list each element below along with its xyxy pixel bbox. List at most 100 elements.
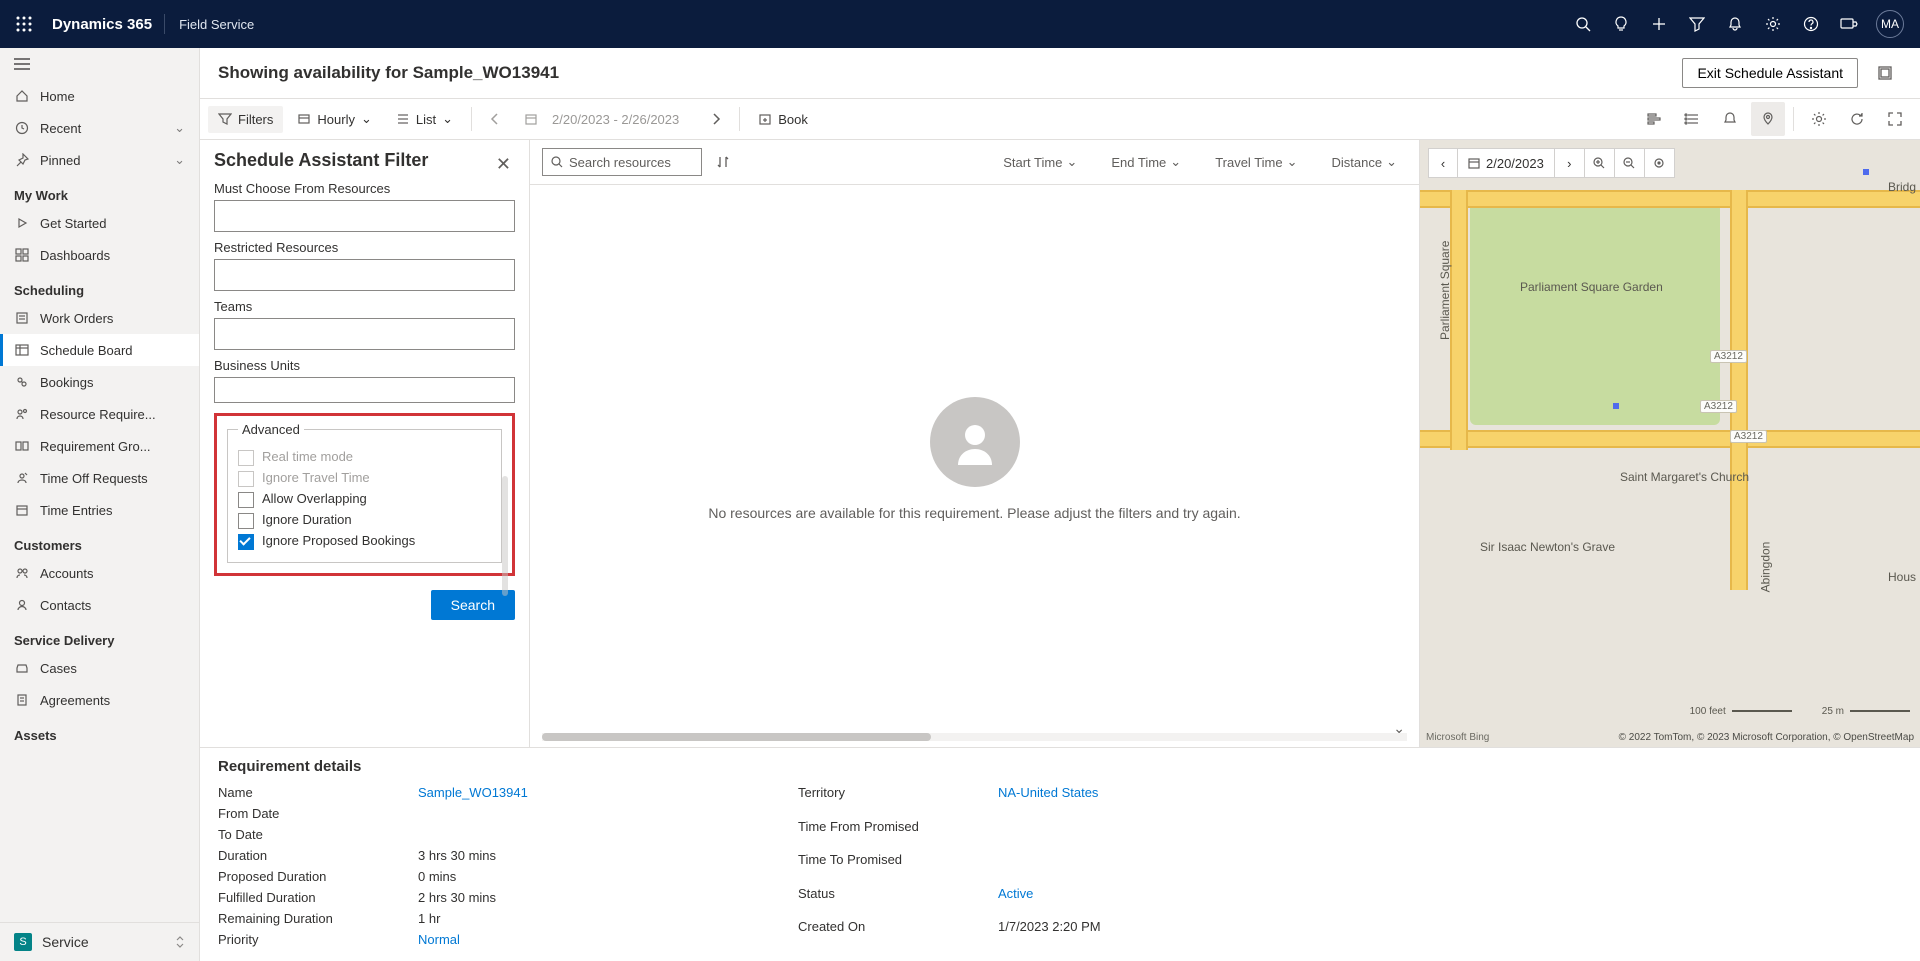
tb-label: Hourly	[317, 112, 355, 127]
nav-timeoff[interactable]: Time Off Requests	[0, 462, 199, 494]
map-zoom-out[interactable]	[1615, 148, 1645, 178]
nav-label: Work Orders	[40, 311, 113, 326]
nav-getstarted[interactable]: Get Started	[0, 207, 199, 239]
req-name-link[interactable]: Sample_WO13941	[418, 785, 718, 800]
map-date-picker[interactable]: 2/20/2023	[1458, 148, 1555, 178]
exit-schedule-assistant-button[interactable]: Exit Schedule Assistant	[1682, 58, 1858, 88]
app-badge: S	[14, 933, 32, 951]
nav-group-scheduling: Scheduling	[0, 271, 199, 302]
play-icon	[14, 215, 30, 231]
map-next-day[interactable]: ›	[1555, 148, 1585, 178]
filters-button[interactable]: Filters	[208, 106, 283, 133]
hamburger-icon[interactable]	[0, 48, 199, 80]
tb-list-icon[interactable]	[1675, 102, 1709, 136]
col-start-time[interactable]: Start Time ⌄	[993, 154, 1087, 170]
map-panel[interactable]: ‹ 2/20/2023 › Parliament Square Parliame…	[1420, 140, 1920, 747]
req-priority-link[interactable]: Normal	[418, 932, 718, 947]
req-title: Requirement details	[218, 758, 1902, 775]
accounts-icon	[14, 565, 30, 581]
workorder-icon	[14, 310, 30, 326]
advanced-highlight-box: Advanced Real time mode Ignore Travel Ti…	[214, 413, 515, 576]
assistant-icon[interactable]	[1830, 0, 1868, 48]
input-bu[interactable]	[214, 377, 515, 403]
prev-week-button[interactable]	[480, 107, 510, 131]
map-prev-day[interactable]: ‹	[1428, 148, 1458, 178]
nav-label: Agreements	[40, 693, 110, 708]
nav-contacts[interactable]: Contacts	[0, 589, 199, 621]
checkbox-ignoreprop[interactable]	[238, 534, 254, 550]
label-allowoverlap: Allow Overlapping	[262, 491, 367, 506]
lightbulb-icon[interactable]	[1602, 0, 1640, 48]
bell-icon[interactable]	[1716, 0, 1754, 48]
map-pin-icon	[1610, 400, 1622, 412]
gear-icon[interactable]	[1754, 0, 1792, 48]
map-zoom-in[interactable]	[1585, 148, 1615, 178]
req-territory-link[interactable]: NA-United States	[998, 785, 1298, 813]
nav-dashboards[interactable]: Dashboards	[0, 239, 199, 271]
chevron-updown-icon	[175, 935, 185, 949]
checkbox-allowoverlap[interactable]	[238, 492, 254, 508]
checkbox-ignoredur[interactable]	[238, 513, 254, 529]
list-dropdown[interactable]: List⌄	[386, 105, 463, 133]
expand-icon[interactable]	[1868, 66, 1902, 80]
tb-refresh-icon[interactable]	[1840, 102, 1874, 136]
empty-avatar-icon	[930, 397, 1020, 487]
results-collapse-icon[interactable]: ⌄	[1393, 720, 1405, 737]
app-switcher[interactable]: S Service	[0, 922, 199, 961]
nav-label: Time Entries	[40, 503, 112, 518]
next-week-button[interactable]	[701, 107, 731, 131]
filter-icon[interactable]	[1678, 0, 1716, 48]
nav-reqgroups[interactable]: Requirement Gro...	[0, 430, 199, 462]
hourly-dropdown[interactable]: Hourly⌄	[287, 105, 381, 133]
input-restricted[interactable]	[214, 259, 515, 291]
nav-timeentries[interactable]: Time Entries	[0, 494, 199, 526]
nav-scheduleboard[interactable]: Schedule Board	[0, 334, 199, 366]
req-status-link[interactable]: Active	[998, 886, 1298, 914]
book-button[interactable]: Book	[748, 106, 818, 133]
tb-map-icon[interactable]	[1751, 102, 1785, 136]
plus-icon[interactable]	[1640, 0, 1678, 48]
date-range-picker[interactable]: 2/20/2023 - 2/26/2023	[514, 106, 697, 133]
chevron-down-icon: ⌄	[442, 111, 453, 127]
input-must-choose[interactable]	[214, 200, 515, 232]
help-icon[interactable]	[1792, 0, 1830, 48]
tb-gantt-icon[interactable]	[1637, 102, 1671, 136]
sort-icon[interactable]	[716, 155, 730, 169]
advanced-scrollbar[interactable]	[502, 476, 508, 596]
brand-label[interactable]: Dynamics 365	[40, 16, 164, 33]
tb-bell-icon[interactable]	[1713, 102, 1747, 136]
contact-icon	[14, 597, 30, 613]
nav-accounts[interactable]: Accounts	[0, 557, 199, 589]
search-icon[interactable]	[1564, 0, 1602, 48]
req-value: 2 hrs 30 mins	[418, 890, 718, 905]
req-value	[418, 827, 718, 842]
calendar-icon	[14, 502, 30, 518]
col-travel-time[interactable]: Travel Time ⌄	[1205, 154, 1307, 170]
col-distance[interactable]: Distance ⌄	[1322, 154, 1407, 170]
tb-fullscreen-icon[interactable]	[1878, 102, 1912, 136]
input-teams[interactable]	[214, 318, 515, 350]
map-locate[interactable]	[1645, 148, 1675, 178]
nav-home[interactable]: Home	[0, 80, 199, 112]
left-sidebar: Home Recent⌄ Pinned⌄ My Work Get Started…	[0, 48, 200, 961]
col-end-time[interactable]: End Time ⌄	[1101, 154, 1191, 170]
tb-gear-icon[interactable]	[1802, 102, 1836, 136]
req-label: Fulfilled Duration	[218, 890, 418, 905]
user-avatar[interactable]: MA	[1876, 10, 1904, 38]
nav-bookings[interactable]: Bookings	[0, 366, 199, 398]
main-area: Showing availability for Sample_WO13941 …	[200, 48, 1920, 961]
nav-pinned[interactable]: Pinned⌄	[0, 144, 199, 176]
results-hscroll[interactable]	[542, 733, 1407, 741]
app-launcher-icon[interactable]	[8, 16, 40, 32]
nav-agreements[interactable]: Agreements	[0, 684, 199, 716]
module-label[interactable]: Field Service	[165, 17, 268, 32]
search-resources-input[interactable]: Search resources	[542, 148, 702, 176]
nav-resourcereq[interactable]: Resource Require...	[0, 398, 199, 430]
label-must-choose: Must Choose From Resources	[214, 181, 515, 196]
close-filter-icon[interactable]: ✕	[492, 150, 515, 179]
nav-workorders[interactable]: Work Orders	[0, 302, 199, 334]
nav-label: Dashboards	[40, 248, 110, 263]
results-panel: Search resources Start Time ⌄ End Time ⌄…	[530, 140, 1420, 747]
nav-recent[interactable]: Recent⌄	[0, 112, 199, 144]
nav-cases[interactable]: Cases	[0, 652, 199, 684]
